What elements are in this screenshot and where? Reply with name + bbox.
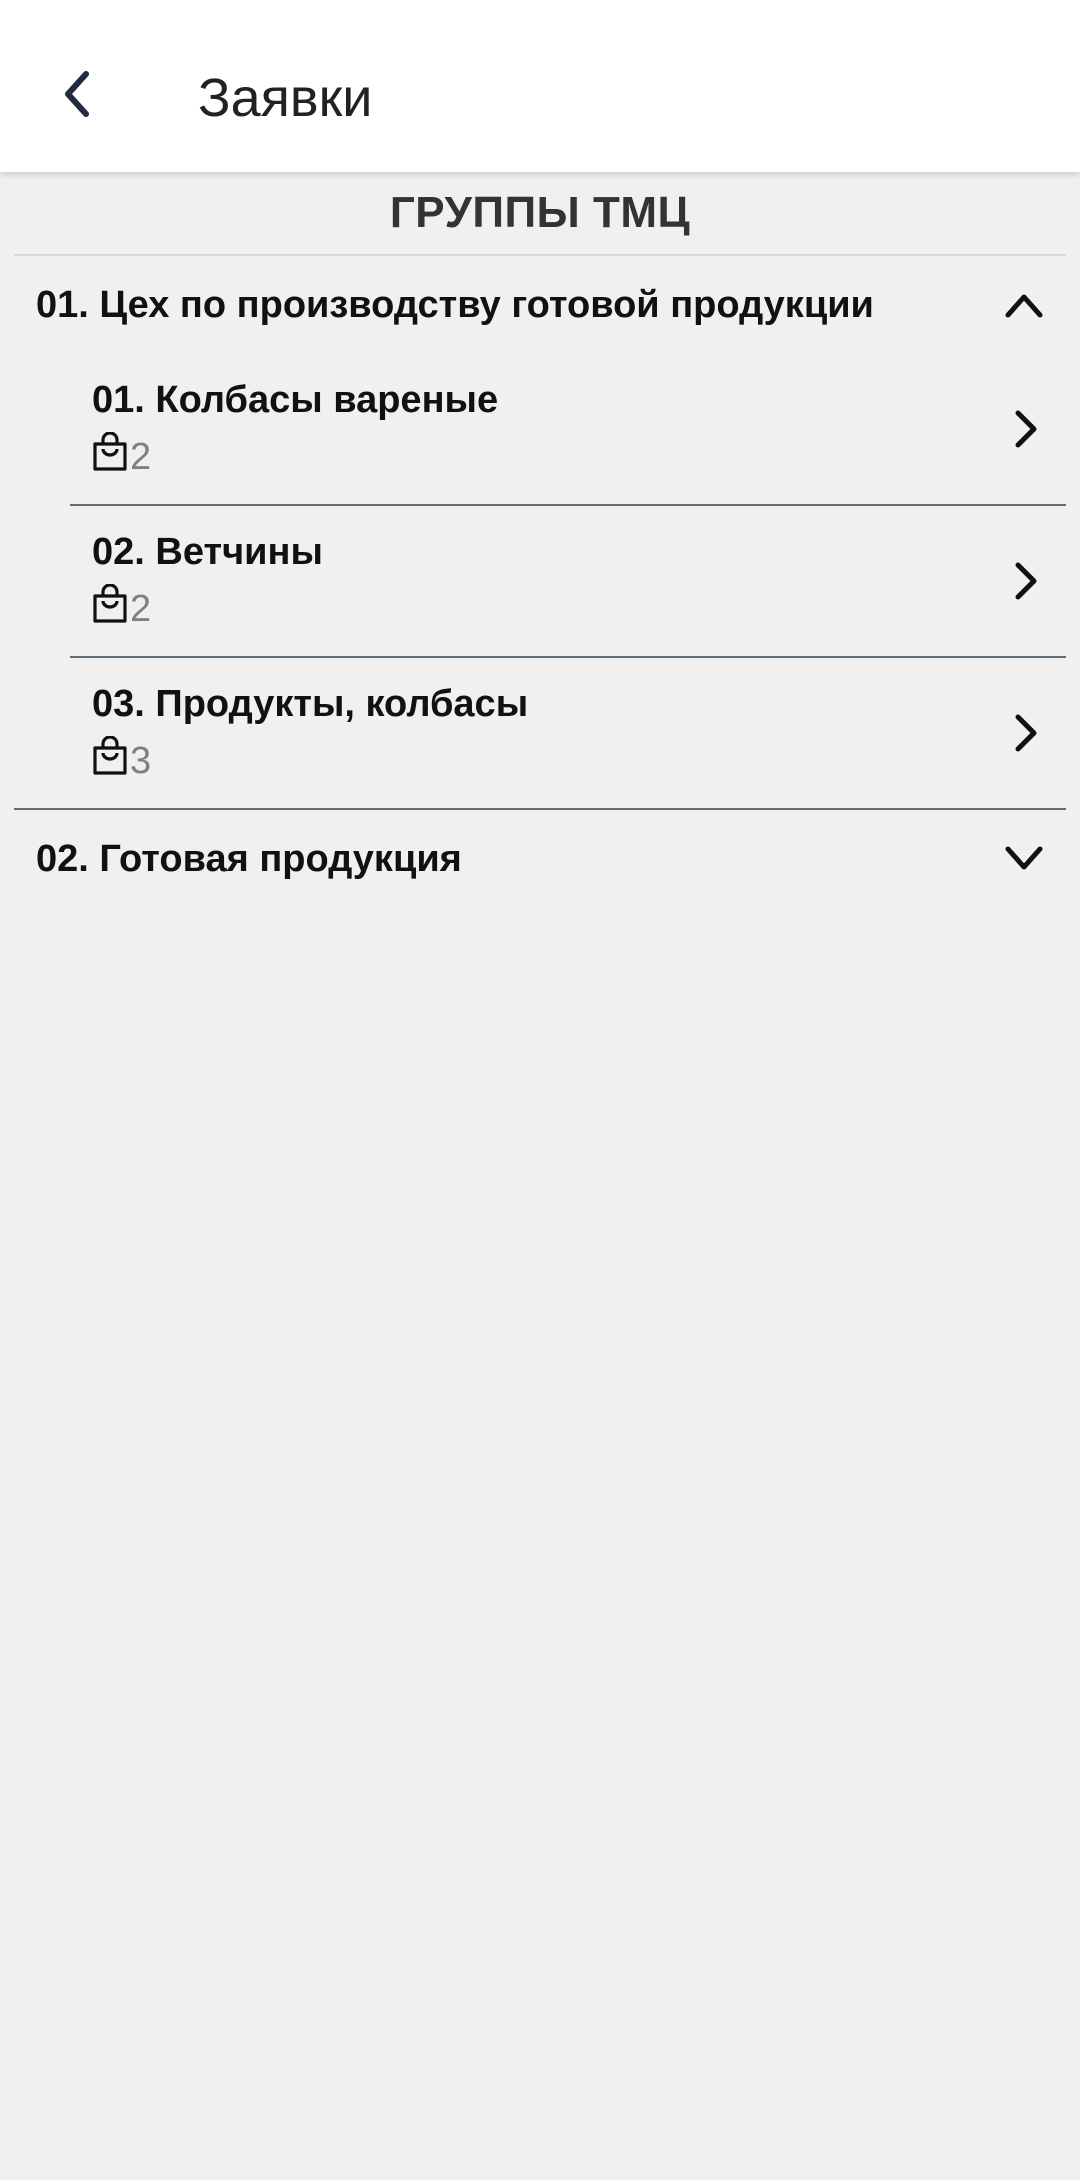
shopping-bag-icon xyxy=(93,432,127,471)
list-item-meta: 3 xyxy=(92,736,151,782)
item-count: 2 xyxy=(130,436,152,478)
chevron-right-icon xyxy=(1006,407,1046,451)
groups-content: ГРУППЫ ТМЦ 01. Цех по производству готов… xyxy=(0,172,1080,908)
list-item-label: 01. Колбасы вареные xyxy=(92,379,499,421)
chevron-right-icon xyxy=(1006,559,1046,603)
group-label: 02. Готовая продукция xyxy=(36,837,462,880)
group-row-finished-products[interactable]: 02. Готовая продукция xyxy=(0,810,1080,908)
shopping-bag-icon xyxy=(93,584,127,623)
chevron-left-icon xyxy=(65,71,89,117)
back-button[interactable] xyxy=(40,56,116,132)
chevron-right-icon xyxy=(1006,711,1046,755)
list-item-meta: 2 xyxy=(92,432,151,478)
chevron-up-icon[interactable] xyxy=(1002,283,1046,327)
list-item-label: 02. Ветчины xyxy=(92,531,323,573)
chevron-down-icon[interactable] xyxy=(1002,837,1046,881)
list-item-label: 03. Продукты, колбасы xyxy=(92,683,529,725)
shopping-bag-icon xyxy=(93,736,127,775)
item-count: 2 xyxy=(130,588,152,630)
section-header: ГРУППЫ ТМЦ xyxy=(389,188,691,237)
app-bar: Заявки xyxy=(0,0,1080,172)
group-label: 01. Цех по производству готовой продукци… xyxy=(36,283,874,326)
list-item-products-sausages[interactable]: 03. Продукты, колбасы 3 xyxy=(70,658,1066,808)
list-item-boiled-sausages[interactable]: 01. Колбасы вареные 2 xyxy=(70,354,1066,504)
list-item-hams[interactable]: 02. Ветчины 2 xyxy=(70,506,1066,656)
page-title: Заявки xyxy=(198,68,373,128)
item-count: 3 xyxy=(130,740,152,782)
group-row-production-shop[interactable]: 01. Цех по производству готовой продукци… xyxy=(0,256,1080,354)
sub-list: 01. Колбасы вареные 2 02. Ветчины 2 03. … xyxy=(0,354,1080,808)
list-item-meta: 2 xyxy=(92,584,151,630)
